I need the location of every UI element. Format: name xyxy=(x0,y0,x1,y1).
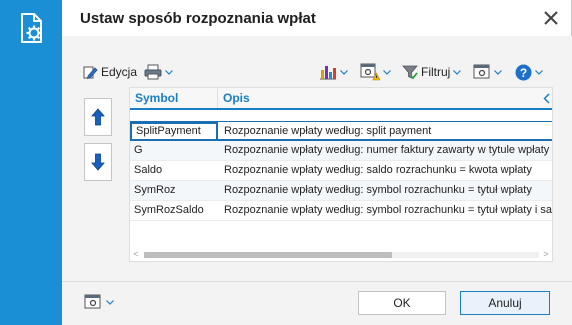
footer-settings-button[interactable] xyxy=(84,294,114,310)
svg-text:?: ? xyxy=(520,66,527,80)
cell-symbol: SplitPayment xyxy=(130,122,218,141)
column-header-symbol[interactable]: Symbol xyxy=(130,88,218,108)
chevron-down-icon xyxy=(535,69,543,75)
cell-opis: Rozpoznanie wpłaty według: saldo rozrach… xyxy=(224,164,532,176)
chart-button[interactable] xyxy=(319,61,348,83)
window-settings-icon xyxy=(473,64,490,79)
table-row[interactable]: G Rozpoznanie wpłaty według: numer faktu… xyxy=(130,141,552,161)
table-row[interactable]: SplitPayment Rozpoznanie wpłaty według: … xyxy=(130,121,552,141)
scroll-left-arrow[interactable]: < xyxy=(131,249,141,259)
chevron-down-icon xyxy=(453,69,462,75)
bar-chart-icon xyxy=(320,66,336,80)
column-header-opis[interactable]: Opis xyxy=(218,88,538,108)
print-button[interactable] xyxy=(144,61,173,83)
chevron-down-icon xyxy=(165,69,173,75)
edit-label: Edycja xyxy=(101,65,138,79)
help-button[interactable]: ? xyxy=(515,61,543,83)
scrollbar-thumb[interactable] xyxy=(144,252,392,258)
window-settings-icon xyxy=(84,294,101,309)
dialog-footer: OK Anuluj xyxy=(62,281,572,325)
cell-opis: Rozpoznanie wpłaty według: numer faktury… xyxy=(224,144,550,156)
cell-symbol: Saldo xyxy=(134,164,163,176)
arrow-up-icon xyxy=(91,108,105,126)
cell-symbol: G xyxy=(134,144,143,156)
cell-opis: Rozpoznanie wpłaty według: split payment xyxy=(224,125,432,137)
cell-symbol: SymRozSaldo xyxy=(134,204,204,216)
app-sidebar-strip xyxy=(0,0,62,325)
dialog-title: Ustaw sposób rozpoznania wpłat xyxy=(80,10,316,27)
chevron-down-icon xyxy=(340,69,348,75)
filter-icon xyxy=(402,65,418,80)
data-grid: Symbol Opis SplitPayment Rozpoznanie wpł… xyxy=(129,87,553,262)
dialog-content: Edycja Filtruj ? Symbol Opis SplitPaymen… xyxy=(62,36,572,281)
cell-opis: Rozpoznanie wpłaty według: symbol rozrac… xyxy=(224,184,532,196)
printer-icon xyxy=(144,64,162,80)
ok-button[interactable]: OK xyxy=(358,291,446,315)
toolbar: Edycja Filtruj ? xyxy=(82,61,552,83)
arrow-down-icon xyxy=(91,153,105,171)
table-row[interactable]: Saldo Rozpoznanie wpłaty według: saldo r… xyxy=(130,161,552,181)
settings-warning-icon xyxy=(360,63,380,81)
filter-label: Filtruj xyxy=(421,65,451,79)
settings-warning-button[interactable] xyxy=(360,61,391,83)
edit-pencil-icon xyxy=(83,66,98,80)
cell-opis: Rozpoznanie wpłaty według: symbol rozrac… xyxy=(224,204,553,216)
chevron-down-icon xyxy=(383,69,391,75)
dialog-window: Ustaw sposób rozpoznania wpłat Edycja Fi… xyxy=(62,0,572,325)
table-row[interactable]: SymRozSaldo Rozpoznanie wpłaty według: s… xyxy=(130,201,553,221)
cancel-button[interactable]: Anuluj xyxy=(460,291,550,315)
move-down-button[interactable] xyxy=(84,143,112,181)
edit-button[interactable]: Edycja xyxy=(82,61,137,83)
cell-symbol: SymRoz xyxy=(134,184,176,196)
help-icon: ? xyxy=(515,64,532,80)
close-icon[interactable] xyxy=(540,7,562,29)
grid-header: Symbol Opis xyxy=(130,88,552,110)
collapse-panel-button[interactable] xyxy=(538,88,552,108)
table-row[interactable]: SymRoz Rozpoznanie wpłaty według: symbol… xyxy=(130,181,552,201)
horizontal-scrollbar[interactable]: < > xyxy=(130,248,552,260)
view-settings-button[interactable] xyxy=(473,61,502,83)
chevron-left-icon xyxy=(542,92,550,104)
move-up-button[interactable] xyxy=(84,98,112,136)
scroll-right-arrow[interactable]: > xyxy=(541,249,551,259)
dialog-titlebar: Ustaw sposób rozpoznania wpłat xyxy=(62,0,572,36)
chevron-down-icon xyxy=(106,299,114,305)
chevron-down-icon xyxy=(494,69,502,75)
document-settings-icon xyxy=(21,13,42,43)
filter-button[interactable]: Filtruj xyxy=(402,61,462,83)
